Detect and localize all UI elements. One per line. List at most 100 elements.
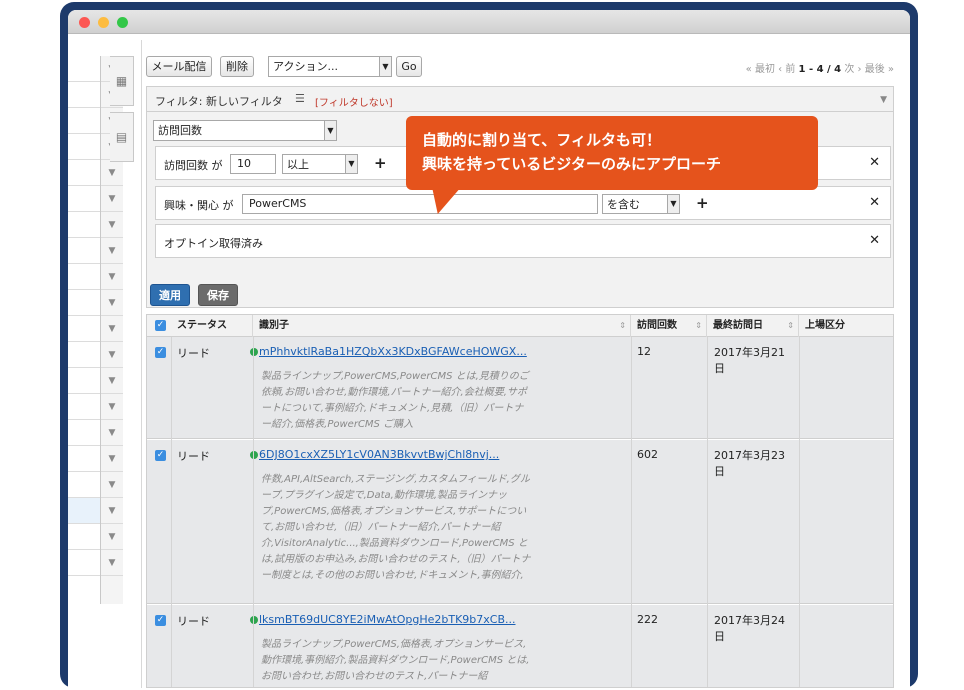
go-button[interactable]: Go <box>396 56 422 77</box>
delete-button[interactable]: 削除 <box>220 56 254 77</box>
row-interest-tags: 製品ラインナップ,PowerCMS,価格表,オプションサービス,動作環境,事例紹… <box>261 639 530 682</box>
row-checkbox[interactable]: ✓ <box>155 615 166 626</box>
left-list-row <box>68 290 100 316</box>
visits-operator-select[interactable]: 以上 ▼ <box>282 154 358 174</box>
chevron-down-icon[interactable]: ▼ <box>101 212 123 238</box>
chevron-down-icon: ▼ <box>345 155 357 173</box>
condition-interest: 興味・関心 が PowerCMS を含む ▼ + ✕ <box>155 186 891 220</box>
active-status-icon <box>250 616 258 624</box>
chevron-down-icon[interactable]: ▼ <box>101 316 123 342</box>
list-icon[interactable]: ☰ <box>295 92 305 105</box>
add-condition-button[interactable]: + <box>696 194 709 212</box>
left-list-row <box>68 394 100 420</box>
interest-operator-select[interactable]: を含む ▼ <box>602 194 680 214</box>
add-condition-button[interactable]: + <box>374 154 387 172</box>
apply-button[interactable]: 適用 <box>150 284 190 306</box>
left-list-row <box>68 368 100 394</box>
chevron-down-icon: ▼ <box>667 195 679 213</box>
row-identifier-link[interactable]: 6DJ8O1cxXZ5LY1cV0AN3BkvvtBwjChl8nvj... <box>259 448 499 461</box>
close-window-button[interactable] <box>79 17 90 28</box>
chevron-down-icon[interactable]: ▼ <box>101 498 123 524</box>
chevron-down-icon[interactable]: ▼ <box>101 394 123 420</box>
header-visits-label: 訪問回数 <box>637 320 677 331</box>
chevron-down-icon[interactable]: ▼ <box>101 420 123 446</box>
left-list-row <box>68 420 100 446</box>
filter-header: フィルタ: 新しいフィルタ ☰ [フィルタしない] ▼ <box>146 86 894 112</box>
pager-last-link[interactable]: 最後 » <box>865 64 894 75</box>
left-list-row <box>68 524 100 550</box>
callout-line-2: 興味を持っているビジターのみにアプローチ <box>422 155 721 173</box>
action-select[interactable]: アクション... ▼ <box>268 56 392 77</box>
chevron-down-icon[interactable]: ▼ <box>880 95 887 105</box>
header-last-visit[interactable]: 最終訪問日 ⇕ <box>707 315 799 337</box>
pager-prev-link[interactable]: ‹ 前 <box>778 64 795 75</box>
side-tab-list[interactable]: ▦ <box>110 56 134 106</box>
save-button[interactable]: 保存 <box>198 284 238 306</box>
sort-icon: ⇕ <box>695 321 702 330</box>
filter-field-value: 訪問回数 <box>158 124 202 137</box>
chevron-down-icon[interactable]: ▼ <box>101 550 123 576</box>
chevron-down-icon[interactable]: ▼ <box>101 290 123 316</box>
left-list-row <box>68 108 100 134</box>
left-list-row <box>68 82 100 108</box>
chevron-down-icon: ▼ <box>324 121 336 140</box>
remove-condition-button[interactable]: ✕ <box>869 195 880 210</box>
table-row[interactable]: ✓ リード 6DJ8O1cxXZ5LY1cV0AN3BkvvtBwjChl8nv… <box>147 440 893 604</box>
callout-line-1: 自動的に割り当て、フィルタも可！ <box>422 131 661 149</box>
interest-operator-value: を含む <box>607 198 640 211</box>
visits-value-input[interactable]: 10 <box>230 154 276 174</box>
row-last-visit: 2017年3月21日 <box>714 346 785 375</box>
table-row[interactable]: ✓ リード mPhhvktlRaBa1HZQbXx3KDxBGFAWceHOWG… <box>147 337 893 439</box>
row-visits: 602 <box>637 448 658 461</box>
select-all-checkbox[interactable]: ✓ <box>155 320 166 331</box>
remove-condition-button[interactable]: ✕ <box>869 155 880 170</box>
chevron-down-icon[interactable]: ▼ <box>101 264 123 290</box>
row-identifier-link[interactable]: mPhhvktlRaBa1HZQbXx3KDxBGFAWceHOWGX... <box>259 345 527 358</box>
sort-icon: ⇕ <box>619 321 626 330</box>
panel-divider <box>141 40 142 688</box>
header-status[interactable]: ステータス <box>171 315 253 337</box>
interest-value-input[interactable]: PowerCMS <box>242 194 598 214</box>
chevron-down-icon[interactable]: ▼ <box>101 238 123 264</box>
minimize-window-button[interactable] <box>98 17 109 28</box>
column-divider <box>171 337 172 687</box>
side-tabs: ▦ ▤ <box>110 56 136 174</box>
condition-label: オプトイン取得済み <box>164 237 263 250</box>
header-visits[interactable]: 訪問回数 ⇕ <box>631 315 707 337</box>
chevron-down-icon[interactable]: ▼ <box>101 186 123 212</box>
row-visits: 12 <box>637 345 651 358</box>
remove-condition-button[interactable]: ✕ <box>869 233 880 248</box>
column-divider <box>707 337 708 687</box>
header-last-visit-label: 最終訪問日 <box>713 320 763 331</box>
left-list-row <box>68 264 100 290</box>
chevron-down-icon[interactable]: ▼ <box>101 472 123 498</box>
mail-delivery-button[interactable]: メール配信 <box>146 56 212 77</box>
chevron-down-icon[interactable]: ▼ <box>101 446 123 472</box>
pager-next-link[interactable]: 次 › <box>844 64 861 75</box>
row-visits: 222 <box>637 613 658 626</box>
chevron-down-icon[interactable]: ▼ <box>101 342 123 368</box>
filter-field-select[interactable]: 訪問回数 ▼ <box>153 120 337 141</box>
left-list-row <box>68 446 100 472</box>
row-status: リード <box>177 347 210 360</box>
left-list-row <box>68 550 100 576</box>
table-row[interactable]: ✓ リード lksmBT69dUC8YE2iMwAtOpgHe2bTK9b7xC… <box>147 605 893 687</box>
row-identifier-link[interactable]: lksmBT69dUC8YE2iMwAtOpgHe2bTK9b7xCB... <box>259 613 516 626</box>
sort-icon: ⇕ <box>787 321 794 330</box>
header-identifier[interactable]: 識別子 ⇕ <box>253 315 631 337</box>
chevron-down-icon[interactable]: ▼ <box>101 524 123 550</box>
calendar-icon: ▦ <box>115 74 128 88</box>
header-listing[interactable]: 上場区分 <box>799 315 893 337</box>
row-interest-tags: 件数,API,AltSearch,ステージング,カスタムフィールド,グループ,プ… <box>261 474 531 581</box>
row-status: リード <box>177 450 210 463</box>
condition-optin: オプトイン取得済み ✕ <box>155 224 891 258</box>
row-checkbox[interactable]: ✓ <box>155 450 166 461</box>
no-filter-link[interactable]: [フィルタしない] <box>315 94 393 109</box>
row-checkbox[interactable]: ✓ <box>155 347 166 358</box>
side-tab-document[interactable]: ▤ <box>110 112 134 162</box>
chevron-down-icon[interactable]: ▼ <box>101 368 123 394</box>
zoom-window-button[interactable] <box>117 17 128 28</box>
row-last-visit: 2017年3月23日 <box>714 449 785 478</box>
visits-operator-value: 以上 <box>287 158 309 171</box>
pager-first-link[interactable]: « 最初 <box>746 64 775 75</box>
